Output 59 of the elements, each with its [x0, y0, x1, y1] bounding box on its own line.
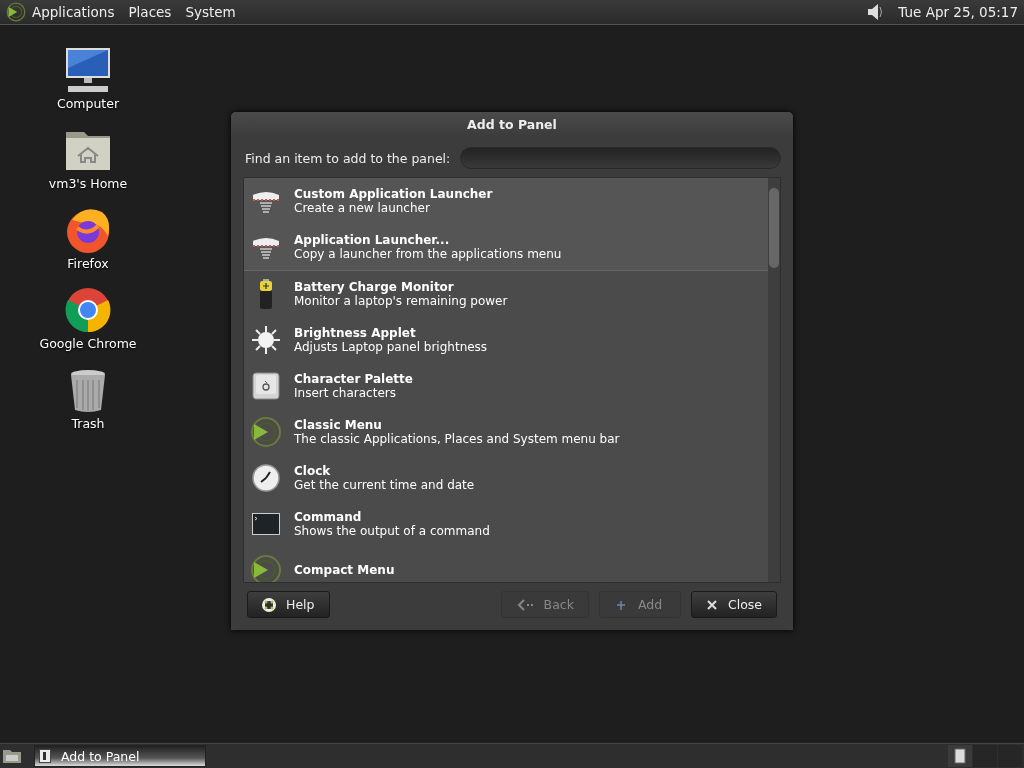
item-name: Custom Application Launcher [294, 187, 493, 201]
item-description: Create a new launcher [294, 201, 431, 215]
back-arrow-icon [515, 597, 534, 612]
list-item[interactable]: Battery Charge Monitor Monitor a laptop's remaining power [244, 271, 768, 317]
workspace-icon[interactable] [954, 748, 966, 764]
clock-icon [250, 462, 282, 494]
desktop-icon-label[interactable]: vm3's Home [48, 176, 128, 191]
taskbar-button[interactable]: Add to Panel [34, 745, 206, 767]
lifebuoy-icon [262, 597, 276, 612]
show-desktop-icon[interactable] [2, 748, 22, 764]
item-name: Battery Charge Monitor [294, 280, 455, 294]
menu-item[interactable]: Applications [32, 4, 115, 20]
item-description: Get the current time and date [294, 478, 475, 492]
dialog-title: Add to Panel [231, 112, 793, 136]
window-icon [39, 749, 51, 763]
key-icon [250, 370, 282, 402]
workspace-switcher[interactable] [948, 745, 1022, 767]
clock-text[interactable]: Tue Apr 25, 05:17 [898, 4, 1018, 20]
computer-icon [64, 46, 112, 94]
desktop-icon-label[interactable]: Firefox [67, 256, 109, 271]
item-name: Brightness Applet [294, 326, 417, 340]
item-description: Copy a launcher from the applications menu [294, 247, 562, 261]
list-item[interactable]: Clock Get the current time and date [244, 455, 768, 501]
item-description: Shows the output of a command [294, 524, 490, 538]
item-name: Command [294, 510, 363, 524]
scrollbar[interactable] [768, 178, 780, 582]
list-item[interactable]: Classic Menu The classic Applications, Places and System menu bar [244, 409, 768, 455]
item-description: Monitor a laptop's remaining power [294, 294, 508, 308]
item-description: Adjusts Laptop panel brightness [294, 340, 488, 354]
menu-logo-icon [250, 416, 282, 448]
search-label: Find an item to add to the panel: [245, 150, 451, 166]
desktop-icon-label[interactable]: Trash [71, 416, 105, 431]
item-name: Classic Menu [294, 418, 383, 432]
menu-item[interactable]: System [185, 4, 236, 20]
sun-icon [250, 324, 282, 356]
menu-logo-icon [250, 554, 282, 582]
speaker-icon[interactable] [866, 2, 885, 22]
list-item[interactable]: Custom Application Launcher Create a new launcher [244, 178, 768, 224]
list-item[interactable]: Application Launcher... Copy a launcher from the applications menu [244, 224, 768, 270]
close-button[interactable]: Close [690, 591, 777, 618]
item-description: Insert characters [294, 386, 397, 400]
search-field[interactable] [460, 147, 781, 169]
firefox-icon [64, 206, 112, 254]
desktop-icon-label[interactable]: Google Chrome [39, 336, 137, 351]
help-button[interactable]: Help [247, 591, 330, 618]
list-item[interactable]: Character Palette Insert characters [244, 363, 768, 409]
close-icon [705, 598, 718, 611]
list-item[interactable]: Brightness Applet Adjusts Laptop panel brightness [244, 317, 768, 363]
menu-item[interactable]: Places [128, 4, 172, 20]
menu-logo-icon[interactable] [6, 2, 26, 22]
desktop-icon-label[interactable]: Computer [56, 96, 120, 111]
chrome-icon [64, 286, 112, 334]
item-name: Application Launcher... [294, 233, 451, 247]
item-name: Compact Menu [294, 563, 395, 577]
item-description: The classic Applications, Places and System menu bar [294, 432, 620, 446]
list-item[interactable]: Command Shows the output of a command [244, 501, 768, 547]
list-item[interactable]: Compact Menu [244, 547, 768, 582]
item-name: Character Palette [294, 372, 413, 386]
item-name: Clock [294, 464, 332, 478]
